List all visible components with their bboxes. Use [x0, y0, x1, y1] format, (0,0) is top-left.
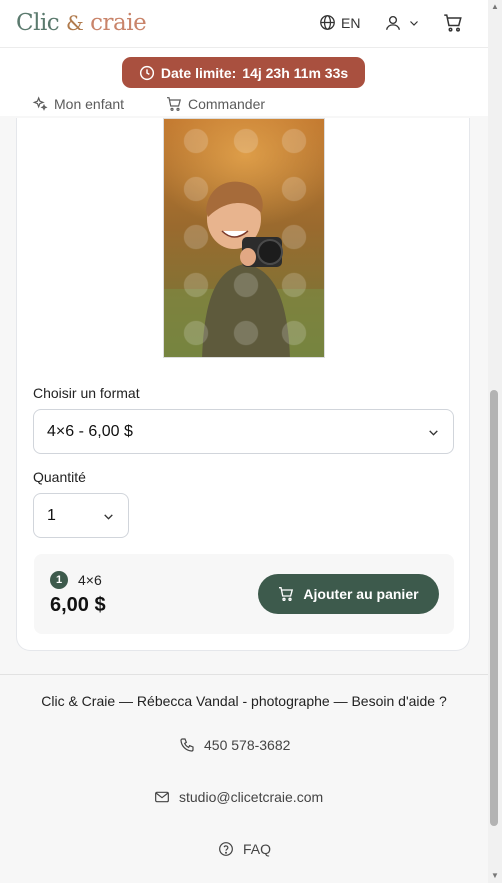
- footer-credit: Clic & Craie — Rébecca Vandal - photogra…: [41, 693, 447, 709]
- phone-icon: [180, 738, 194, 752]
- globe-icon: [320, 15, 335, 30]
- footer-phone[interactable]: 450 578-3682: [179, 737, 290, 753]
- page: Clic & craie EN Date limite: 14j 23h 11m…: [0, 0, 502, 883]
- deadline-label: Date limite:: [160, 64, 237, 81]
- deadline-badge: Date limite: 14j 23h 11m 33s: [122, 57, 365, 88]
- sparkles-icon: [32, 96, 48, 111]
- footer-email[interactable]: studio@clicetcraie.com: [154, 789, 323, 805]
- clock-icon: [139, 65, 154, 80]
- scrollbar-thumb[interactable]: [490, 390, 498, 826]
- product-card: Choisir un format 4×6 - 6,00 $ Quantité …: [16, 118, 470, 651]
- top-header: Clic & craie EN: [0, 0, 502, 48]
- chevron-down-icon: [104, 514, 113, 520]
- add-to-cart-label: Ajouter au panier: [303, 586, 419, 602]
- quantity-label: Quantité: [33, 469, 86, 485]
- quantity-select[interactable]: 1: [33, 493, 129, 538]
- quantity-select-value: 1: [47, 506, 56, 524]
- quantity-badge: 1: [50, 571, 68, 589]
- section-nav: Mon enfant Commander: [0, 96, 502, 118]
- summary-price: 6,00 $: [50, 594, 106, 616]
- logo-ampersand: &: [66, 11, 84, 35]
- format-select-value: 4×6 - 6,00 $: [47, 422, 133, 440]
- nav-my-child[interactable]: Mon enfant: [32, 96, 124, 112]
- nav-order-label: Commander: [188, 96, 266, 112]
- scroll-up-arrow[interactable]: ▲: [490, 2, 500, 12]
- add-to-cart-button[interactable]: Ajouter au panier: [258, 574, 439, 614]
- cart-icon: [444, 14, 462, 32]
- nav-order[interactable]: Commander: [166, 96, 265, 112]
- brand-logo[interactable]: Clic & craie: [16, 10, 147, 36]
- footer-phone-number: 450 578-3682: [204, 737, 291, 753]
- summary-format: 4×6: [78, 572, 102, 588]
- logo-part-craie: craie: [90, 10, 147, 36]
- scroll-down-arrow[interactable]: ▼: [490, 871, 500, 881]
- cart-summary: 1 4×6 6,00 $ Ajouter au panier: [34, 554, 454, 634]
- footer-faq[interactable]: FAQ: [218, 841, 271, 857]
- nav-my-child-label: Mon enfant: [54, 96, 125, 112]
- help-circle-icon: [219, 842, 233, 856]
- user-icon: [385, 15, 401, 30]
- language-switcher[interactable]: EN: [319, 14, 360, 31]
- cart-button[interactable]: [443, 13, 463, 38]
- chevron-down-icon: [429, 430, 438, 436]
- child-photo: [163, 118, 325, 358]
- logo-part-clic: Clic: [16, 10, 60, 36]
- chevron-down-icon: [410, 21, 418, 26]
- format-label: Choisir un format: [33, 385, 140, 401]
- footer-email-address: studio@clicetcraie.com: [179, 789, 324, 805]
- format-select[interactable]: 4×6 - 6,00 $: [33, 409, 454, 454]
- footer-faq-label: FAQ: [243, 841, 272, 857]
- language-label: EN: [341, 14, 361, 31]
- cart-icon: [167, 97, 181, 111]
- deadline-countdown: 14j 23h 11m 33s: [242, 64, 349, 81]
- footer-divider: [0, 674, 502, 675]
- cart-icon: [279, 587, 294, 601]
- mail-icon: [155, 791, 169, 803]
- account-menu[interactable]: [384, 13, 420, 33]
